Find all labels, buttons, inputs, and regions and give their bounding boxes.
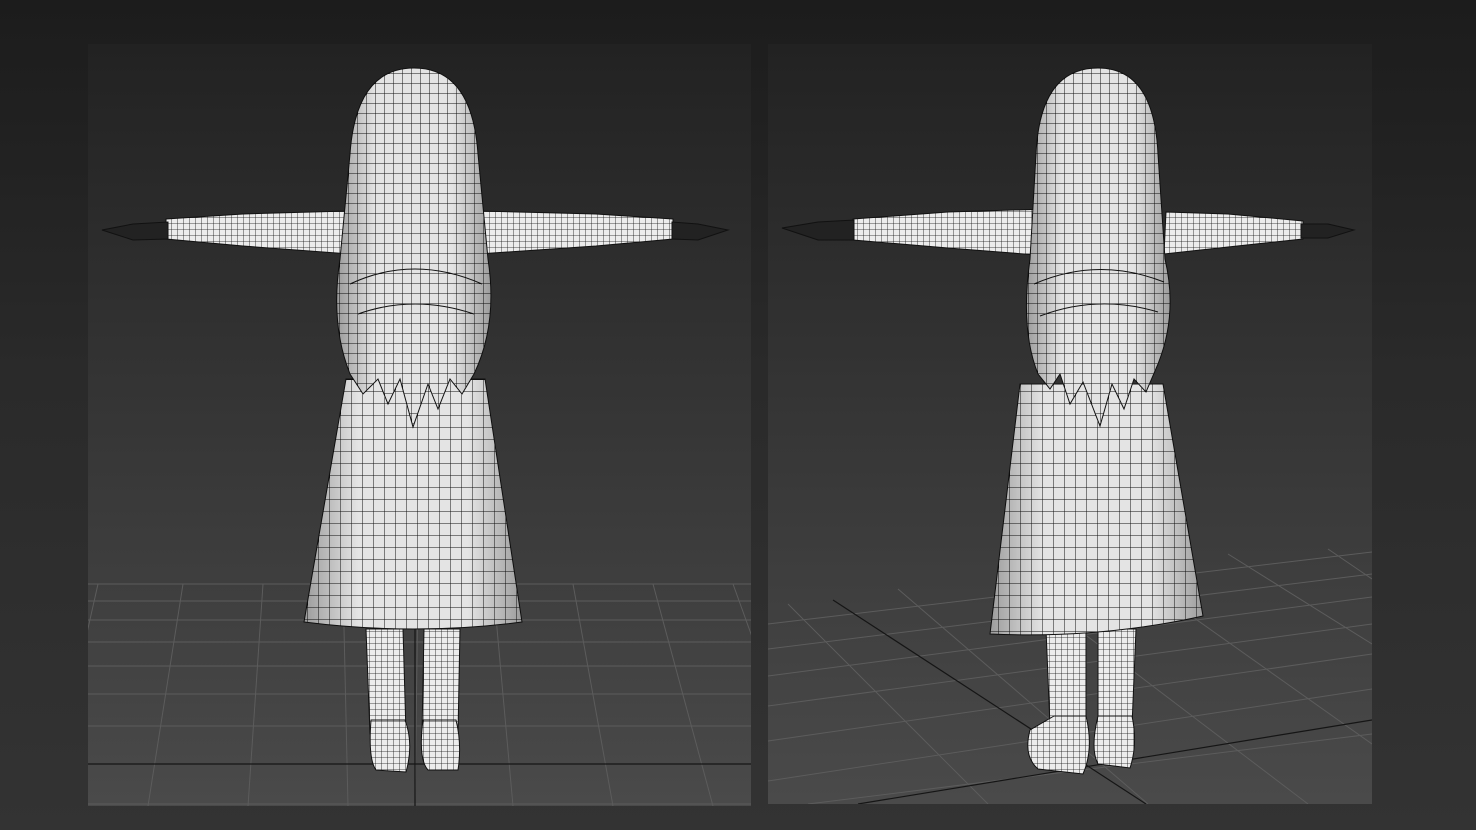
right-shoe bbox=[1093, 715, 1136, 769]
right-shoe bbox=[420, 719, 461, 771]
viewport-canvas[interactable] bbox=[768, 44, 1372, 804]
left-leg bbox=[1045, 628, 1087, 727]
right-leg bbox=[1097, 628, 1137, 727]
left-shoe bbox=[369, 719, 411, 773]
viewport-back-orthographic[interactable] bbox=[88, 44, 751, 806]
viewport-back-perspective[interactable] bbox=[768, 44, 1372, 804]
left-leg bbox=[365, 628, 407, 735]
viewport-canvas[interactable] bbox=[88, 44, 751, 806]
right-leg bbox=[421, 628, 461, 735]
